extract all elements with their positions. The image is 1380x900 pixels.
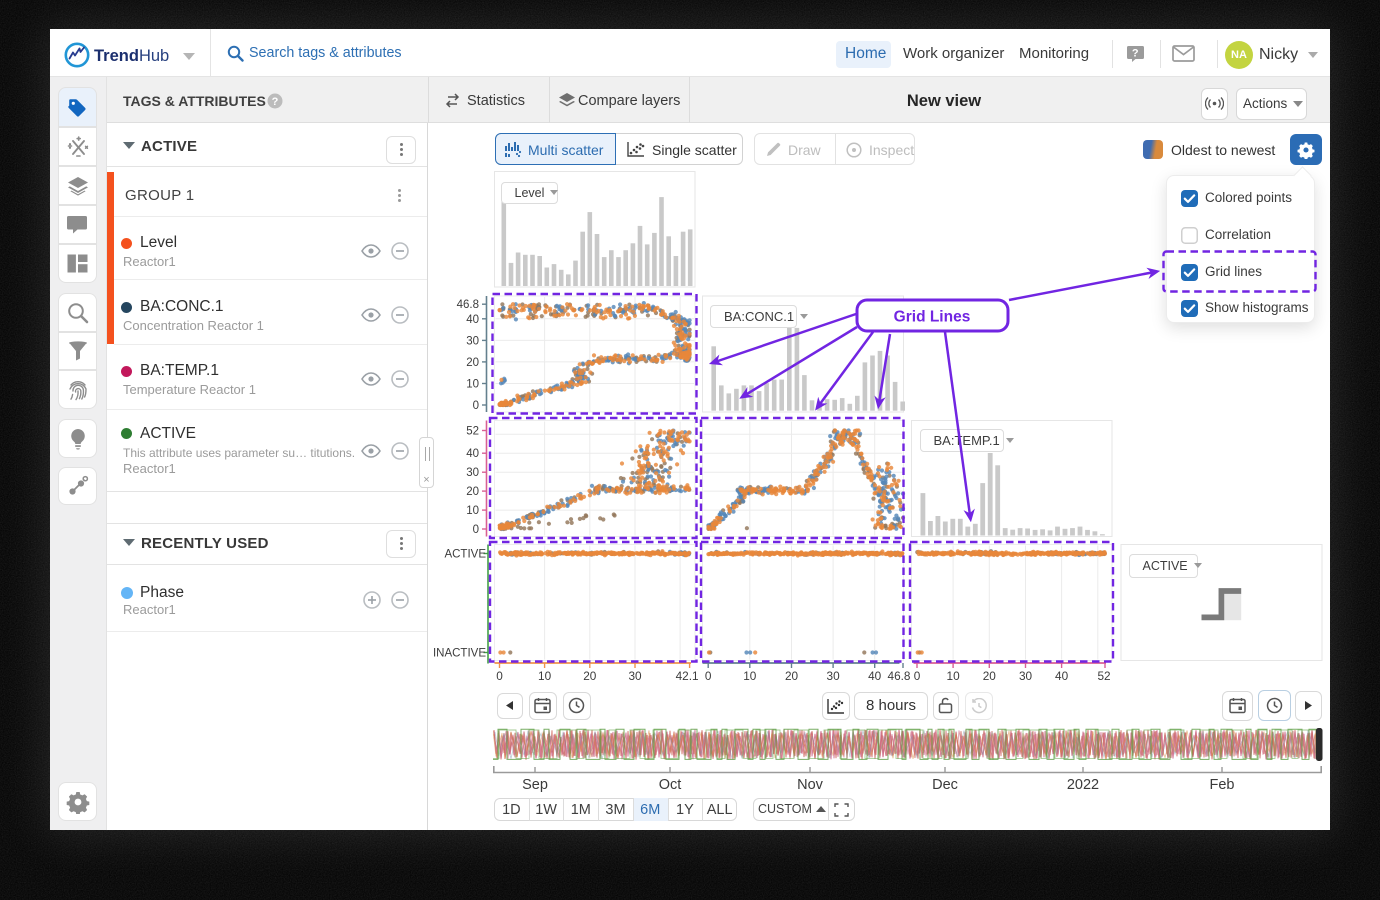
svg-text:Nov: Nov xyxy=(797,777,824,793)
svg-text:0: 0 xyxy=(473,400,479,412)
svg-text:Sep: Sep xyxy=(522,777,548,793)
svg-text:20: 20 xyxy=(785,669,799,683)
svg-text:0: 0 xyxy=(473,524,479,536)
svg-text:?: ? xyxy=(1132,47,1139,59)
svg-text:?: ? xyxy=(272,96,279,108)
svg-text:10: 10 xyxy=(538,669,552,683)
svg-text:10: 10 xyxy=(466,379,479,391)
svg-text:10: 10 xyxy=(947,669,961,683)
svg-text:30: 30 xyxy=(466,335,479,347)
svg-text:10: 10 xyxy=(743,669,757,683)
svg-text:40: 40 xyxy=(466,314,479,326)
svg-text:INACTIVE: INACTIVE xyxy=(433,648,486,660)
svg-text:30: 30 xyxy=(628,669,642,683)
svg-text:52: 52 xyxy=(466,426,479,438)
svg-text:40: 40 xyxy=(466,448,479,460)
svg-text:46.8: 46.8 xyxy=(457,299,479,311)
svg-text:20: 20 xyxy=(583,669,597,683)
svg-text:52: 52 xyxy=(1097,669,1110,683)
svg-text:46.8: 46.8 xyxy=(888,669,911,683)
svg-text:30: 30 xyxy=(827,669,841,683)
svg-text:0: 0 xyxy=(496,669,503,683)
svg-text:42.1: 42.1 xyxy=(676,669,699,683)
svg-text:20: 20 xyxy=(466,357,479,369)
svg-text:Dec: Dec xyxy=(932,777,958,793)
svg-text:30: 30 xyxy=(466,467,479,479)
svg-text:2022: 2022 xyxy=(1067,777,1099,793)
svg-text:30: 30 xyxy=(1019,669,1033,683)
svg-text:0: 0 xyxy=(705,669,712,683)
svg-text:Oct: Oct xyxy=(659,777,682,793)
svg-text:10: 10 xyxy=(466,505,479,517)
svg-text:ACTIVE: ACTIVE xyxy=(444,549,486,561)
svg-text:20: 20 xyxy=(466,486,479,498)
svg-text:40: 40 xyxy=(868,669,882,683)
svg-text:0: 0 xyxy=(914,669,921,683)
svg-text:20: 20 xyxy=(983,669,997,683)
svg-text:40: 40 xyxy=(1055,669,1069,683)
svg-text:Feb: Feb xyxy=(1210,777,1235,793)
